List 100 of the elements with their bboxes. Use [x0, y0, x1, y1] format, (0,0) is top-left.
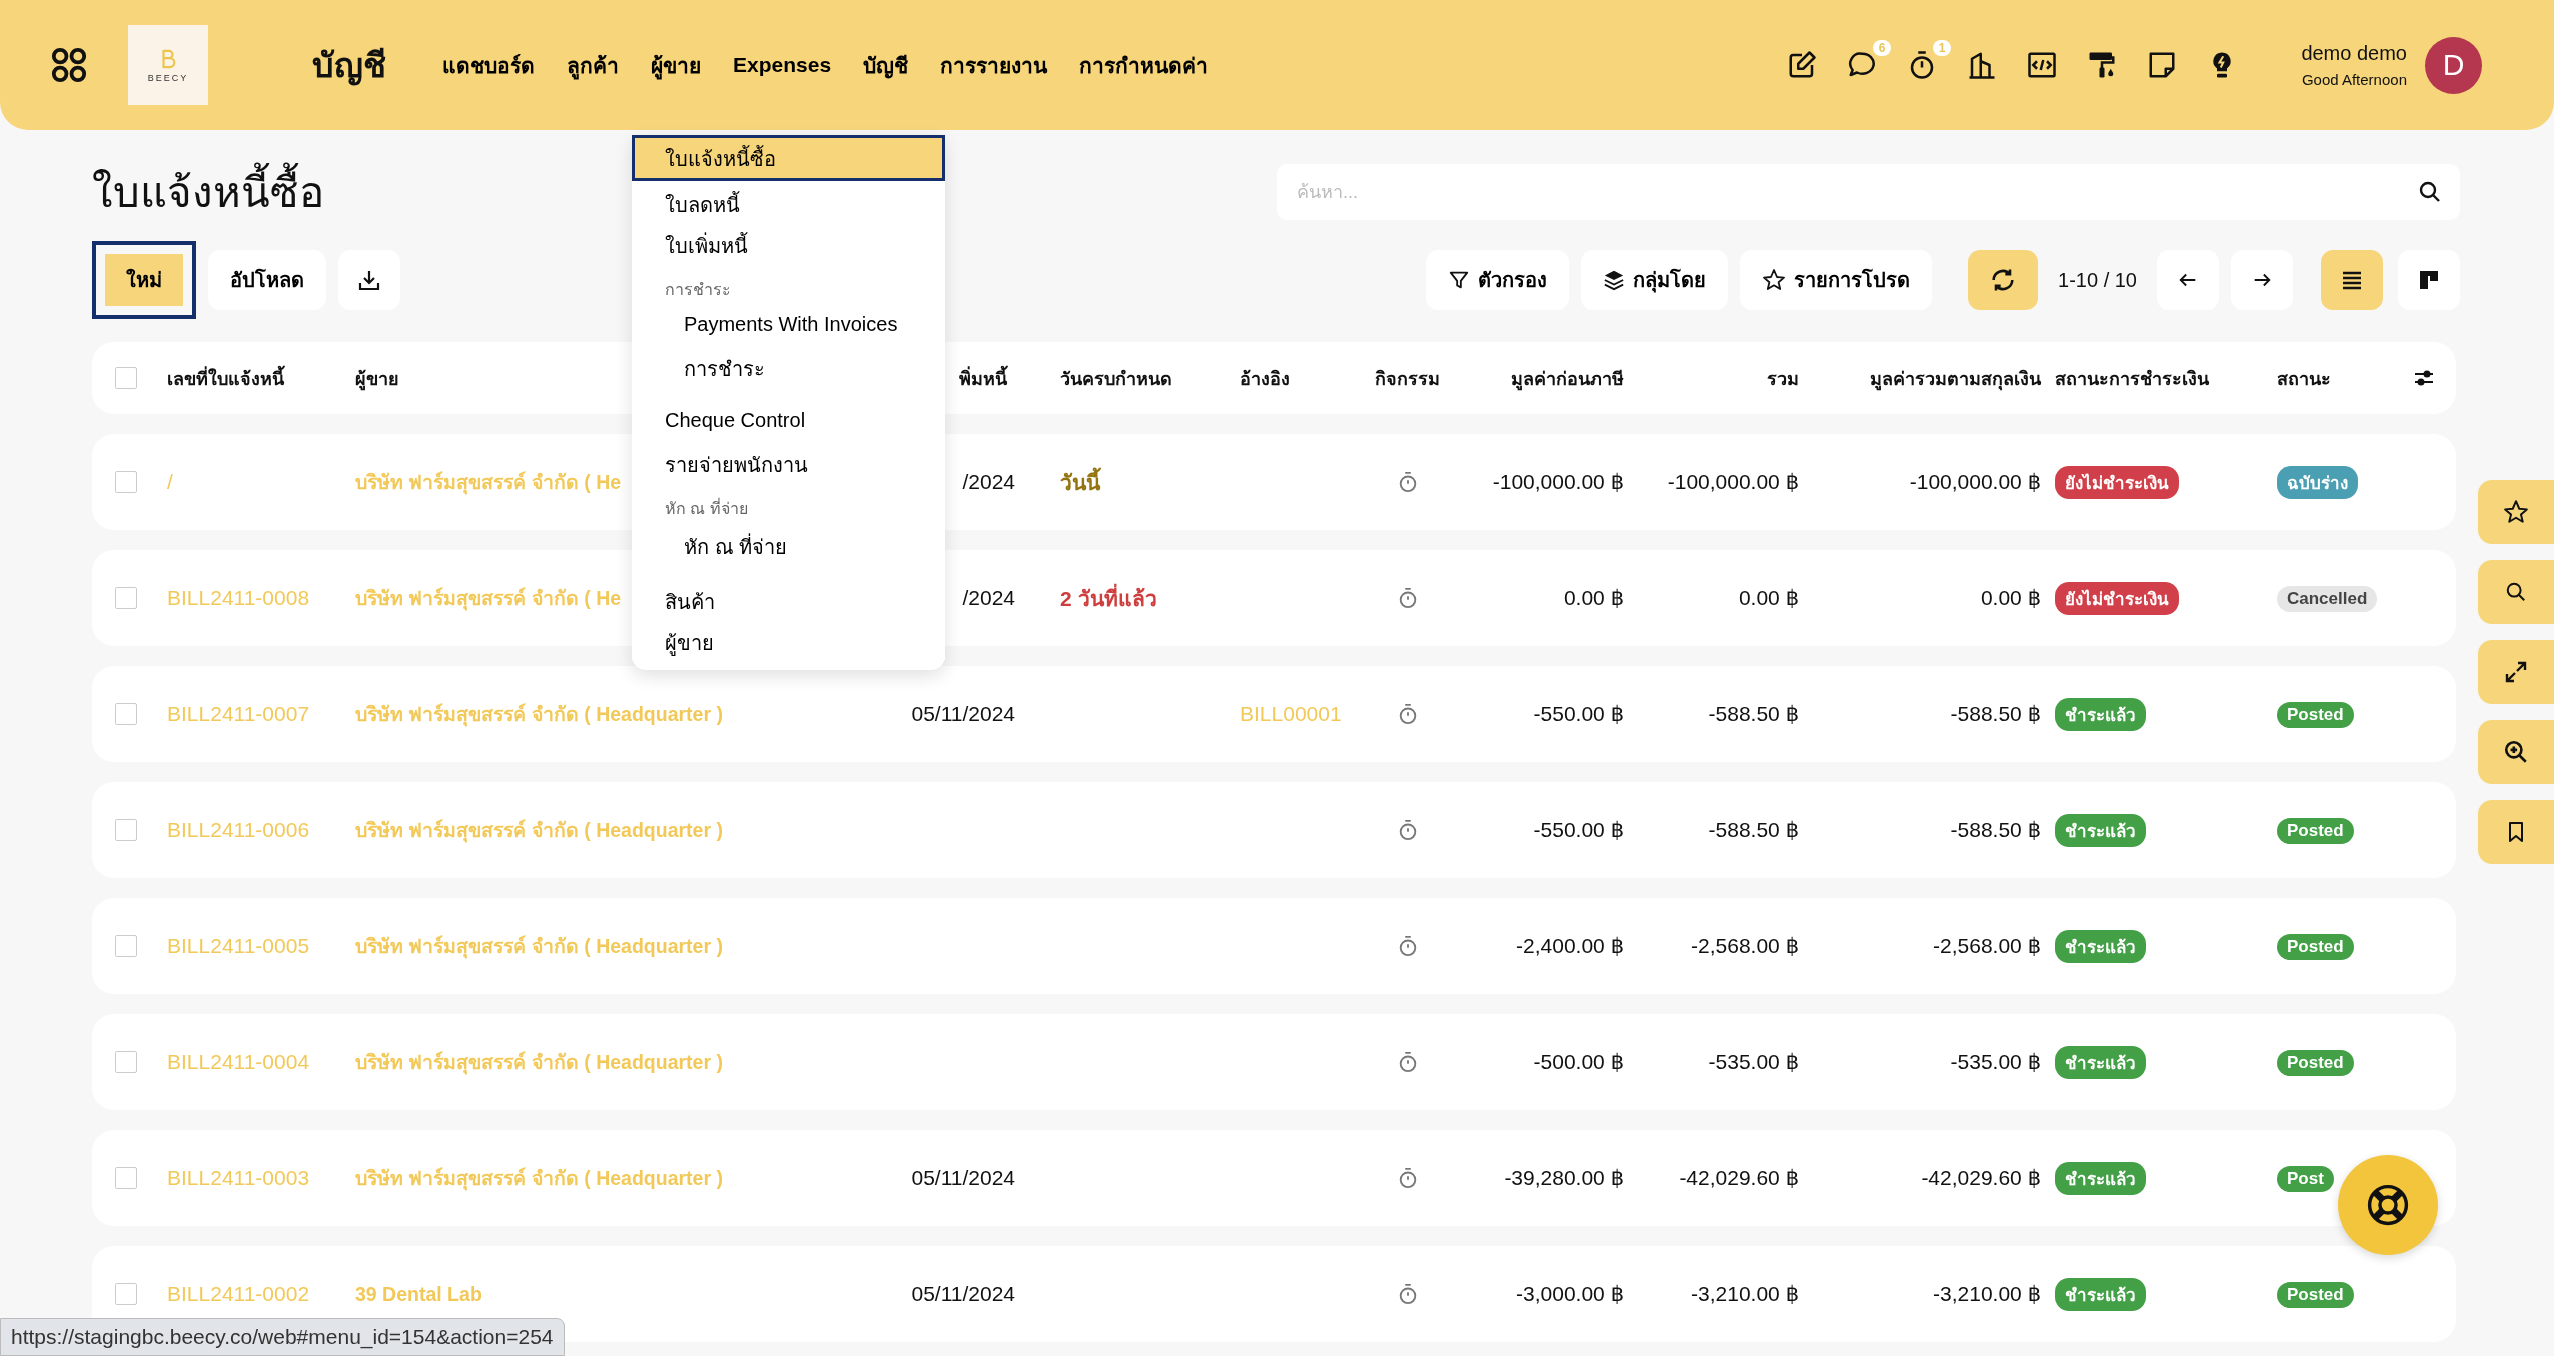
nav-menu-item[interactable]: Expenses — [733, 49, 832, 81]
search-side-button[interactable] — [2478, 560, 2554, 624]
status-badge: Post — [2277, 1165, 2334, 1192]
bookmark-side-button[interactable] — [2478, 800, 2554, 864]
row-checkbox[interactable] — [115, 587, 137, 609]
nav-menu-item[interactable]: ผู้ขาย — [651, 44, 701, 86]
table-row[interactable]: BILL2411-0007 บริษัท ฟาร์มสุขสรรค์ จำกัด ( Headquarter ) 05/11/2024 BILL00001 -550.00 ฿ -588.50 ฿ -588.50 ฿ ชำระแล้ว Posted — [92, 666, 2456, 762]
user-avatar[interactable]: D — [2425, 36, 2482, 94]
menu-item[interactable]: การชำระ — [632, 345, 945, 386]
payment-status-badge: ยังไม่ชำระเงิน — [2055, 465, 2179, 499]
column-header[interactable]: เลขที่ใบแจ้งหนี้ — [167, 363, 355, 393]
menu-section-label: การชำระ — [664, 280, 732, 300]
layers-icon — [1603, 269, 1626, 291]
row-checkbox[interactable] — [115, 819, 137, 841]
status-badge: Posted — [2277, 933, 2354, 960]
user-name: demo demo — [2301, 42, 2407, 65]
menu-item[interactable]: รายจ่ายพนักงาน — [632, 441, 945, 482]
star-icon — [1762, 268, 1787, 292]
column-header[interactable]: กิจกรรม — [1365, 363, 1450, 393]
total-amount: -535.00 ฿ — [1707, 1050, 1800, 1074]
expand-side-button[interactable] — [2478, 640, 2554, 704]
logo[interactable]: BEECY — [128, 25, 208, 105]
status-badge: Cancelled — [2277, 585, 2378, 612]
untaxed-amount: -39,280.00 ฿ — [1503, 1166, 1625, 1190]
building-icon[interactable] — [1967, 50, 1998, 80]
code-icon[interactable] — [2027, 50, 2058, 80]
table-row[interactable]: BILL2411-0003 บริษัท ฟาร์มสุขสรรค์ จำกัด ( Headquarter ) 05/11/2024 -39,280.00 ฿ -42,029.60 ฿ -42,029.60 ฿ ชำระแล้ว Post — [92, 1130, 2456, 1226]
menu-item[interactable]: หัก ณ ที่จ่าย — [632, 523, 945, 564]
paint-roller-icon[interactable] — [2087, 50, 2118, 80]
total-amount: -2,568.00 ฿ — [1690, 934, 1800, 958]
currency-total-amount: 0.00 ฿ — [1979, 586, 2042, 610]
menu-item[interactable]: ใบแจ้งหนี้ซื้อ — [632, 135, 945, 181]
table-row[interactable]: BILL2411-0004 บริษัท ฟาร์มสุขสรรค์ จำกัด ( Headquarter ) -500.00 ฿ -535.00 ฿ -535.00 ฿ ชำระแล้ว Posted — [92, 1014, 2456, 1110]
menu-item[interactable]: ใบลดหนี้ — [632, 181, 945, 222]
bill-date: 05/11/2024 — [911, 702, 1015, 725]
bill-date: /2024 — [962, 586, 1015, 609]
select-all-checkbox[interactable] — [115, 367, 137, 389]
currency-total-amount: -535.00 ฿ — [1949, 1050, 2042, 1074]
column-header[interactable]: สถานะการชำระเงิน — [2047, 363, 2277, 393]
search-icon[interactable] — [2418, 180, 2442, 204]
untaxed-amount: -550.00 ฿ — [1532, 702, 1625, 726]
column-header[interactable]: รวม — [1630, 363, 1805, 393]
row-checkbox[interactable] — [115, 1051, 137, 1073]
edit-icon[interactable] — [1787, 50, 1818, 80]
payment-status-badge: ชำระแล้ว — [2055, 929, 2146, 963]
column-header[interactable]: สถานะ — [2277, 363, 2412, 393]
nav-menu-item[interactable]: แดชบอร์ด — [442, 44, 535, 86]
sticky-note-icon[interactable] — [2147, 50, 2178, 80]
bill-date: 05/11/2024 — [911, 1282, 1015, 1305]
menu-item[interactable]: Cheque Control — [632, 400, 945, 441]
column-header[interactable]: มูลค่าก่อนภาษี — [1450, 363, 1630, 393]
currency-total-amount: -588.50 ฿ — [1949, 818, 2042, 842]
favorites-button[interactable]: รายการโปรด — [1740, 250, 1933, 310]
table-row[interactable]: BILL2411-0006 บริษัท ฟาร์มสุขสรรค์ จำกัด ( Headquarter ) -550.00 ฿ -588.50 ฿ -588.50 ฿ ชำระแล้ว Posted — [92, 782, 2456, 878]
row-checkbox[interactable] — [115, 703, 137, 725]
column-header[interactable]: วันครบกำหนด — [1060, 363, 1240, 393]
table-row[interactable]: BILL2411-0005 บริษัท ฟาร์มสุขสรรค์ จำกัด ( Headquarter ) -2,400.00 ฿ -2,568.00 ฿ -2,568.00 ฿ ชำระแล้ว Posted — [92, 898, 2456, 994]
row-checkbox[interactable] — [115, 471, 137, 493]
row-checkbox[interactable] — [115, 935, 137, 957]
menu-item[interactable]: ผู้ขาย — [632, 619, 945, 660]
upload-button[interactable]: อัปโหลด — [208, 250, 326, 310]
untaxed-amount: -3,000.00 ฿ — [1515, 1282, 1625, 1306]
payment-status-badge: ยังไม่ชำระเงิน — [2055, 581, 2179, 615]
group-by-button[interactable]: กลุ่มโดย — [1581, 250, 1729, 310]
currency-total-amount: -100,000.00 ฿ — [1908, 470, 2042, 494]
menu-item[interactable]: สินค้า — [632, 578, 945, 619]
menu-item[interactable]: Payments With Invoices — [632, 304, 945, 345]
new-button[interactable]: ใหม่ — [92, 241, 196, 319]
list-view-button[interactable] — [2321, 250, 2383, 310]
nav-menu-item[interactable]: ลูกค้า — [567, 44, 619, 86]
zoom-side-button[interactable] — [2478, 720, 2554, 784]
search-field[interactable]: ค้นหา... — [1277, 164, 2460, 220]
menu-item[interactable]: ใบเพิ่มหนี้ — [632, 222, 945, 263]
payment-status-badge: ชำระแล้ว — [2055, 697, 2146, 731]
column-header[interactable]: อ้างอิง — [1240, 363, 1365, 393]
total-amount: -3,210.00 ฿ — [1690, 1282, 1800, 1306]
app-name: บัญชี — [312, 45, 386, 88]
filter-button[interactable]: ตัวกรอง — [1426, 250, 1570, 310]
apps-icon[interactable] — [50, 46, 88, 84]
download-button[interactable] — [338, 250, 400, 310]
payment-status-badge: ชำระแล้ว — [2055, 813, 2146, 847]
row-checkbox[interactable] — [115, 1167, 137, 1189]
logo-icon — [159, 47, 177, 70]
kanban-view-button[interactable] — [2398, 250, 2460, 310]
nav-menu-item[interactable]: การรายงาน — [940, 44, 1048, 86]
bill-date: 05/11/2024 — [911, 1166, 1015, 1189]
lifebuoy-icon — [2365, 1182, 2411, 1228]
nav-menu-item[interactable]: การกำหนดค่า — [1079, 44, 1209, 86]
payment-status-badge: ชำระแล้ว — [2055, 1045, 2146, 1079]
row-checkbox[interactable] — [115, 1283, 137, 1305]
currency-total-amount: -3,210.00 ฿ — [1932, 1282, 2042, 1306]
menu-section-label: หัก ณ ที่จ่าย — [664, 497, 749, 519]
status-badge: Posted — [2277, 1281, 2354, 1308]
untaxed-amount: -100,000.00 ฿ — [1491, 470, 1625, 494]
refresh-button[interactable] — [1968, 250, 2039, 310]
nav-menu-item[interactable]: บัญชี — [863, 44, 909, 86]
bill-date: /2024 — [962, 470, 1015, 493]
status-badge: ฉบับร่าง — [2277, 465, 2358, 499]
column-header[interactable]: มูลค่ารวมตามสกุลเงิน — [1805, 363, 2047, 393]
star-side-button[interactable] — [2478, 480, 2554, 544]
